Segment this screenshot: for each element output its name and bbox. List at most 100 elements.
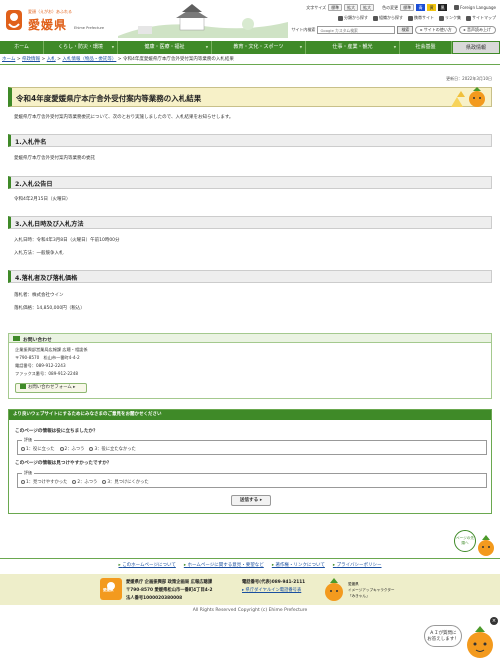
footer-link-privacy[interactable]: プライバシーポリシー	[333, 562, 382, 568]
contact-box: お問い合わせ 企業振興部営業局広報課 広聴・相談係 〒790-8570 松山市一…	[8, 333, 492, 399]
category-icon	[338, 15, 343, 21]
page-top-button[interactable]: ページの先頭へ	[454, 530, 496, 558]
intro-text: 愛媛県庁本庁舎外受付案内等業務委託について、次のとおり実施しましたので、入札結果…	[14, 115, 234, 120]
search-button[interactable]: 検索	[397, 26, 414, 34]
sitemap-icon	[466, 15, 471, 21]
site-logo[interactable]: 愛顔（えがお）あふれる 愛媛県 Ehime Prefecture	[4, 6, 116, 34]
mascot-icon	[478, 535, 494, 556]
bid-subject: 愛媛県庁本庁舎外受付案内等業務の委託	[14, 156, 95, 161]
text-size-larger-button[interactable]: 拡大	[360, 4, 375, 11]
logo-english: Ehime Prefecture	[74, 26, 105, 30]
contact-department: 企業振興部営業局広報課 広聴・相談係	[15, 347, 88, 352]
survey-question-1: このページの情報は役に立ちましたか？	[15, 429, 98, 434]
radio-useful[interactable]: 1：役に立った	[21, 446, 55, 452]
page-title: 令和4年度愛媛県庁本庁舎外受付案内等業務の入札結果	[16, 94, 202, 103]
chevron-down-icon: ▼	[111, 45, 114, 49]
radio-easy-to-find[interactable]: 1：見つけやすかった	[21, 479, 67, 485]
updated-date: 更新日：2022年3月10日	[446, 76, 492, 81]
globe-icon	[454, 5, 460, 10]
contact-header: お問い合わせ	[9, 334, 491, 343]
breadcrumb-prefectural-info[interactable]: 県政情報	[22, 57, 40, 62]
site-usage-button[interactable]: ▸ サイトの使い方	[415, 26, 457, 34]
footer-dial-in-link[interactable]: ▸ 県庁ダイヤルイン電話番号表	[242, 587, 301, 593]
contact-phone: 電話番号：089-912-2243	[15, 363, 66, 368]
contact-heading: お問い合わせ	[23, 337, 52, 343]
submit-button[interactable]: 送信する ▸	[231, 495, 271, 506]
nav-prefectural-info[interactable]: 県政情報	[452, 41, 500, 54]
footer-link-copyright[interactable]: 著作権・リンクについて	[272, 562, 325, 568]
breadcrumb: ホーム > 県政情報 > 入札 > 入札情報（物品・委託等） > 令和4年度愛媛…	[2, 57, 234, 62]
nav-education[interactable]: 教育・文化・スポーツ ▼	[212, 41, 306, 54]
browse-by-organization-link[interactable]: 組織から探す	[373, 15, 403, 21]
nav-industry[interactable]: 仕事・産業・観光 ▼	[306, 41, 400, 54]
link-collection-link[interactable]: リンク集	[439, 15, 461, 21]
section-heading-1: 1.入札件名	[8, 134, 492, 147]
chevron-down-icon: ▼	[299, 45, 302, 49]
survey-heading: より良いウェブサイトにするためにみなさまのご意見をお聞かせください	[9, 410, 491, 420]
nav-living[interactable]: くらし・防災・環境 ▼	[44, 41, 118, 54]
site-search-input[interactable]	[317, 26, 396, 34]
global-nav: ホーム くらし・防災・環境 ▼ 健康・医療・福祉 ▼ 教育・文化・スポーツ ▼ 仕事・…	[0, 41, 500, 54]
mascot-illustration	[451, 87, 485, 107]
color-blue-button[interactable]: 青	[416, 4, 426, 11]
section-heading-2: 2.入札公告日	[8, 176, 492, 189]
bid-datetime: 入札日時：令和4年3月8日（火曜日）午前10時00分	[14, 238, 120, 243]
contact-fax: ファックス番号：089-912-2248	[15, 371, 79, 376]
text-size-large-button[interactable]: 拡大	[344, 4, 359, 11]
page-top-label: ページの先頭へ	[454, 530, 476, 552]
text-size-label: 文字サイズ	[306, 4, 327, 10]
site-header: 愛顔（えがお）あふれる 愛媛県 Ehime Prefecture 文字サイズ 標…	[0, 0, 500, 40]
nav-infrastructure[interactable]: 社会基盤	[400, 41, 452, 54]
color-standard-button[interactable]: 標準	[400, 4, 415, 11]
radio-hard-to-find[interactable]: 3：見つけにくかった	[102, 479, 149, 485]
footer-address: 〒790-8570 愛媛県松山市一番町4丁目4-2	[126, 588, 213, 593]
text-size-standard-button[interactable]: 標準	[328, 4, 343, 11]
survey-fieldset-1: 評価 1：役に立った 2：ふつう 3：役に立たなかった	[17, 437, 487, 455]
footer-link-feedback[interactable]: ホームページに関する意見・要望など	[184, 562, 264, 568]
close-icon[interactable]: ×	[490, 617, 498, 625]
fieldset-legend: 評価	[22, 437, 34, 443]
breadcrumb-divider	[0, 64, 500, 65]
winning-price: 落札価格：14,850,000円（税込）	[14, 306, 85, 311]
footer-links: このホームページについて ホームページに関する意見・要望など 著作権・リンクにつ…	[0, 562, 500, 568]
ai-chat-widget[interactable]: ＡＩが質問に お答えします！ ×	[424, 617, 500, 659]
breadcrumb-bidding[interactable]: 入札	[47, 57, 56, 62]
logo-tagline: 愛顔（えがお）あふれる	[28, 9, 72, 14]
ehime-logo-icon	[6, 10, 22, 30]
page-title-box: 令和4年度愛媛県庁本庁舎外受付案内等業務の入札結果	[8, 87, 492, 107]
breadcrumb-home[interactable]: ホーム	[2, 57, 15, 62]
footer-link-about[interactable]: このホームページについて	[118, 562, 176, 568]
foreign-language-link[interactable]: Foreign Language	[454, 5, 496, 10]
chevron-down-icon: ▼	[393, 45, 396, 49]
notice-date: 令和4年2月15日（火曜日）	[14, 197, 71, 202]
footer-divider	[0, 558, 500, 559]
sitemap-link[interactable]: サイトマップ	[466, 15, 496, 21]
radio-not-useful[interactable]: 3：役に立たなかった	[89, 446, 136, 452]
browse-by-category-link[interactable]: 分類から探す	[338, 15, 368, 21]
mascot-caption-3: 「みきゃん」	[348, 594, 370, 598]
mail-icon	[13, 336, 20, 341]
mail-icon	[20, 384, 26, 389]
color-change-label: 色の変更	[382, 4, 399, 10]
logo-name: 愛媛県	[28, 18, 68, 32]
winning-bidder: 落札者：株式会社ウイン	[14, 293, 64, 298]
color-black-button[interactable]: 黒	[438, 4, 448, 11]
nav-home[interactable]: ホーム	[0, 41, 44, 54]
chevron-down-icon: ▼	[205, 45, 208, 49]
feedback-survey: より良いウェブサイトにするためにみなさまのご意見をお聞かせください このページの…	[8, 409, 492, 514]
ai-chat-bubble[interactable]: ＡＩが質問に お答えします！	[424, 625, 462, 647]
radio-useful-normal[interactable]: 2：ふつう	[59, 446, 84, 452]
mobile-site-link[interactable]: 携帯サイト	[408, 15, 434, 21]
nav-health[interactable]: 健康・医療・福祉 ▼	[118, 41, 212, 54]
radio-find-normal[interactable]: 2：ふつう	[72, 479, 97, 485]
mascot-caption-1: 愛媛県	[348, 582, 359, 586]
breadcrumb-bidding-info[interactable]: 入札情報（物品・委託等）	[62, 57, 116, 62]
fieldset-legend: 評価	[22, 470, 34, 476]
breadcrumb-current: 令和4年度愛媛県庁本庁舎外受付案内等業務の入札結果	[123, 57, 234, 62]
read-aloud-button[interactable]: ▸ 音声読み上げ	[458, 26, 496, 34]
footer-org: 愛媛県庁 企画振興部 政策企画局 広報広聴課	[126, 580, 213, 585]
section-heading-3: 3.入札日時及び入札方法	[8, 216, 492, 229]
contact-address: 〒790-8570 松山市一番町4-4-2	[15, 355, 80, 360]
color-yellow-button[interactable]: 黄	[427, 4, 437, 11]
contact-form-button[interactable]: お問い合わせフォーム ▸	[15, 383, 87, 393]
